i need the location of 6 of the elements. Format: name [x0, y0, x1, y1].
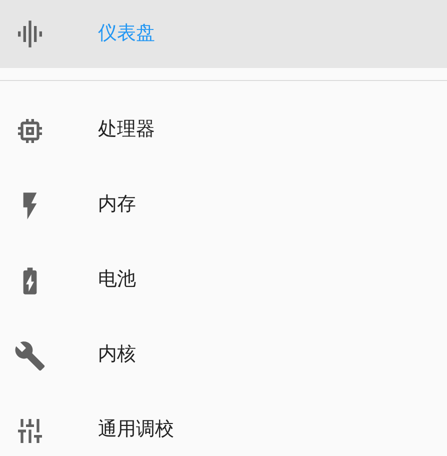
nav-item[interactable]: 处理器 — [0, 93, 447, 168]
nav-item[interactable]: 内存 — [0, 168, 447, 243]
nav-item[interactable]: 电池 — [0, 243, 447, 318]
nav-item[interactable]: 内核 — [0, 318, 447, 393]
wrench-icon — [14, 340, 46, 372]
nav-item[interactable]: 通用调校 — [0, 393, 447, 456]
